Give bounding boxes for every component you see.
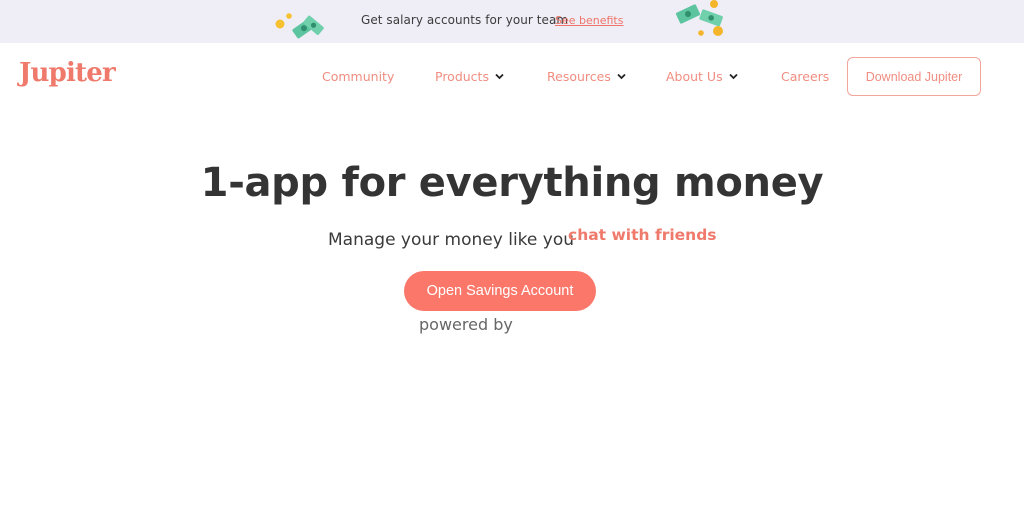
- nav-item-label: About Us: [666, 69, 723, 84]
- navbar: Jupiter Community Products Resources Abo…: [0, 43, 1024, 111]
- hero-subtitle-accent: chat with friends: [568, 226, 717, 244]
- chevron-down-icon: [495, 73, 504, 80]
- money-coins-icon: [275, 13, 324, 39]
- nav-item-careers[interactable]: Careers: [781, 69, 829, 84]
- download-jupiter-button[interactable]: Download Jupiter: [847, 57, 981, 96]
- nav-item-resources[interactable]: Resources: [547, 69, 626, 84]
- hero-subtitle: Manage your money like you: [328, 230, 575, 250]
- money-coins-icon: [675, 0, 723, 36]
- powered-by-text: powered by: [419, 315, 513, 334]
- nav-item-label: Resources: [547, 69, 611, 84]
- promo-text: Get salary accounts for your team: [361, 13, 569, 27]
- nav-item-products[interactable]: Products: [435, 69, 504, 84]
- see-benefits-link[interactable]: See benefits: [555, 14, 623, 27]
- hero-title: 1-app for everything money: [200, 160, 824, 206]
- nav-item-label: Careers: [781, 69, 830, 84]
- chevron-down-icon: [617, 73, 626, 80]
- open-savings-account-button[interactable]: Open Savings Account: [404, 271, 596, 311]
- promo-banner: Get salary accounts for your team See be…: [0, 0, 1024, 43]
- nav-item-about-us[interactable]: About Us: [666, 69, 738, 84]
- nav-item-community[interactable]: Community: [322, 69, 394, 84]
- nav-item-label: Products: [435, 69, 489, 84]
- nav-item-label: Community: [322, 69, 395, 84]
- chevron-down-icon: [728, 73, 738, 80]
- jupiter-logo[interactable]: Jupiter: [19, 58, 116, 88]
